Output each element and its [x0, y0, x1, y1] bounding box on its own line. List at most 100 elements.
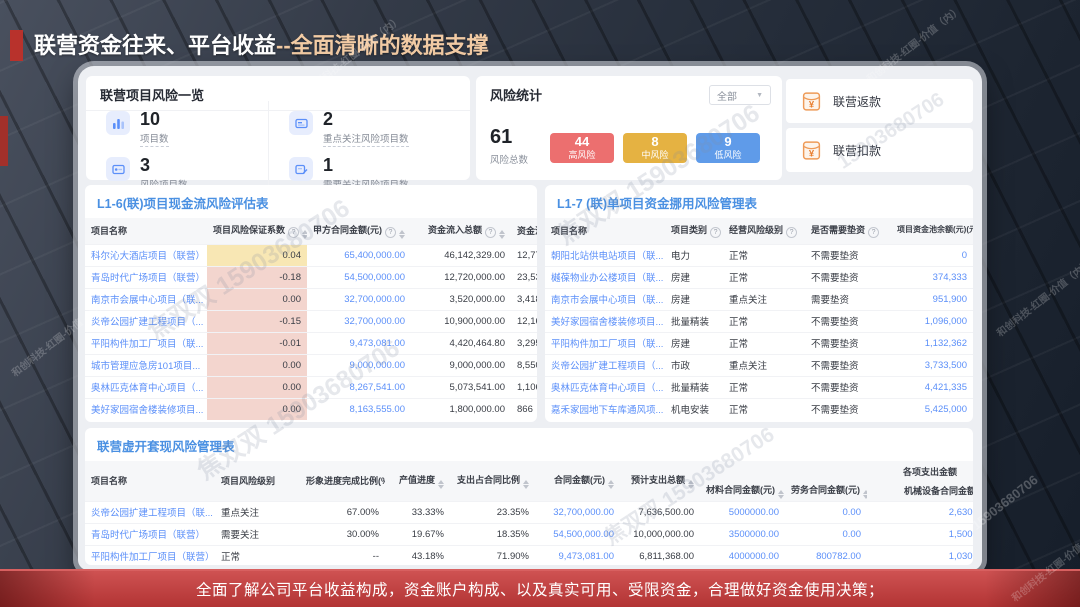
coef-cell: -0.18 [207, 266, 307, 288]
table-row: 城市管理应急房101项目...0.009,000,000.009,000,000… [85, 354, 537, 376]
balance-cell[interactable]: 1,132,362 [891, 332, 973, 354]
table-header-row: 项目名称 项目类别? 经营风险级别? 是否需要垫资? 项目资金池余额(元)(元)… [545, 218, 973, 244]
labor-amount[interactable]: 0.00 [785, 523, 867, 545]
table-header-row: 项目名称 项目风险级别 形象进度完成比例(%) 产值进度 支出占合同比例 合同金… [85, 461, 973, 481]
column-header: 预计支出总额 [620, 461, 700, 501]
project-name-link[interactable]: 奥林匹克体育中心项目（... [85, 376, 207, 398]
labor-amount[interactable]: 0.00 [785, 501, 867, 523]
machine-amount[interactable]: 1,030,200 [867, 545, 973, 565]
outflow-amount: 23,536 [511, 266, 537, 288]
inflow-amount: 9,000,000.00 [411, 354, 511, 376]
balance-cell[interactable]: 0 [891, 244, 973, 266]
help-icon[interactable]: ? [868, 227, 879, 238]
funds-misuse-table-card: L1-7 (联)单项目资金挪用风险管理表 项目名称 项目类别? 经营风险级别? … [545, 185, 973, 422]
column-header: 是否需要垫资? [805, 218, 891, 244]
contract-amount[interactable]: 65,400,000.00 [307, 244, 411, 266]
sort-icon[interactable] [688, 480, 694, 489]
sort-icon[interactable] [438, 480, 444, 489]
project-name-link[interactable]: 炎帝公园扩建工程项目（联... [85, 501, 215, 523]
labor-amount[interactable]: 800782.00 [785, 545, 867, 565]
sort-icon[interactable] [399, 230, 405, 239]
help-icon[interactable]: ? [288, 227, 299, 238]
help-icon[interactable]: ? [485, 227, 496, 238]
badge-label: 中风险 [641, 150, 668, 160]
machine-amount[interactable]: 1,500,000 [867, 523, 973, 545]
lianying-refund-button[interactable]: ¥ 联营返款 [786, 79, 973, 123]
table-row: 平阳构件加工厂项目（联营）正常--43.18%71.90%9,473,081.0… [85, 545, 973, 565]
low-risk-badge: 9 低风险 [696, 133, 760, 163]
project-name-link[interactable]: 美好家园宿舍楼装修项目... [85, 398, 207, 420]
project-name-link[interactable]: 嘉禾家园地下车库通风项... [545, 398, 665, 420]
balance-cell[interactable]: 1,096,000 [891, 310, 973, 332]
column-header: 项目风险保证系数? [207, 218, 307, 244]
risk-total-label: 风险总数 [490, 152, 528, 166]
project-name-link[interactable]: 科尔沁大酒店项目（联营） [85, 244, 207, 266]
balance-cell[interactable]: 3,733,500 [891, 354, 973, 376]
project-name-link[interactable]: 樾葆物业办公楼项目（联... [545, 266, 665, 288]
contract-amount[interactable]: 32,700,000.00 [307, 288, 411, 310]
project-name-link[interactable]: 青岛时代广场项目（联营） [85, 266, 207, 288]
table-row: 炎帝公园扩建工程项目（联...重点关注67.00%33.33%23.35%32,… [85, 501, 973, 523]
contract-amount[interactable]: 8,163,555.00 [307, 398, 411, 420]
project-name-link[interactable]: 青岛时代广场项目（联营） [85, 523, 215, 545]
contract-amount[interactable]: 32,700,000.00 [307, 310, 411, 332]
column-header: 劳务合同金额(元) [785, 481, 867, 501]
contract-amount[interactable]: 54,500,000.00 [535, 523, 620, 545]
project-name-link[interactable]: 炎帝公园扩建工程项目（... [85, 310, 207, 332]
project-name-link[interactable]: 奥林匹克体育中心项目（... [545, 376, 665, 398]
material-amount[interactable]: 4000000.00 [700, 545, 785, 565]
decorative-red-mark [0, 116, 8, 166]
material-amount[interactable]: 3500000.00 [700, 523, 785, 545]
contract-amount[interactable]: 9,000,000.00 [307, 354, 411, 376]
advance-cell: 需要垫资 [805, 288, 891, 310]
coef-cell: 0.00 [207, 354, 307, 376]
machine-amount[interactable]: 2,630,000 [867, 501, 973, 523]
sort-icon[interactable] [523, 480, 529, 489]
help-icon[interactable]: ? [710, 227, 721, 238]
output-progress-cell: 43.18% [385, 545, 450, 565]
contract-amount[interactable]: 32,700,000.00 [535, 501, 620, 523]
chevron-down-icon: ▼ [756, 92, 763, 99]
project-name-link[interactable]: 平阳构件加工厂项目（联... [85, 332, 207, 354]
column-group-header: 各项支出金额 [700, 461, 973, 481]
project-name-link[interactable]: 美好家园宿舍楼装修项目... [545, 310, 665, 332]
category-cell: 电力 [665, 244, 723, 266]
contract-amount[interactable]: 9,473,081.00 [307, 332, 411, 354]
project-name-link[interactable]: 平阳构件加工厂项目（联营） [85, 545, 215, 565]
project-name-link[interactable]: 朝阳北站供电站项目（联... [545, 244, 665, 266]
contract-amount[interactable]: 54,500,000.00 [307, 266, 411, 288]
risk-level-cell: 正常 [723, 376, 805, 398]
sort-icon[interactable] [608, 480, 614, 489]
sort-icon[interactable] [778, 490, 784, 499]
table-row: 炎帝公园扩建工程项目（...市政重点关注不需要垫资3,733,500 [545, 354, 973, 376]
contract-amount[interactable]: 8,267,541.00 [307, 376, 411, 398]
planned-expense-cell: 7,636,500.00 [620, 501, 700, 523]
balance-cell[interactable]: 951,900 [891, 288, 973, 310]
balance-cell[interactable]: 374,333 [891, 266, 973, 288]
project-name-link[interactable]: 平阳构件加工厂项目（联... [545, 332, 665, 354]
material-amount[interactable]: 5000000.00 [700, 501, 785, 523]
project-name-link[interactable]: 南京市会展中心项目（联... [545, 288, 665, 310]
table-row: 南京市会展中心项目（联...房建重点关注需要垫资951,900 [545, 288, 973, 310]
project-name-link[interactable]: 南京市会展中心项目（联... [85, 288, 207, 310]
balance-cell[interactable]: 5,425,000 [891, 398, 973, 420]
stat-value: 2 [323, 110, 409, 129]
project-name-link[interactable]: 城市管理应急房101项目... [85, 354, 207, 376]
column-header: 产值进度 [385, 461, 450, 501]
lianying-deduct-button[interactable]: ¥ 联营扣款 [786, 128, 973, 172]
help-icon[interactable]: ? [786, 227, 797, 238]
fraud-table: 项目名称 项目风险级别 形象进度完成比例(%) 产值进度 支出占合同比例 合同金… [85, 461, 973, 565]
stat-value: 1 [323, 156, 409, 175]
help-icon[interactable]: ? [385, 227, 396, 238]
contract-amount[interactable]: 9,473,081.00 [535, 545, 620, 565]
sort-icon[interactable] [302, 230, 307, 239]
risk-filter-select[interactable]: 全部 ▼ [709, 85, 771, 105]
stat-project-count: 10项目数 [86, 101, 268, 147]
sort-icon[interactable] [863, 490, 867, 499]
project-name-link[interactable]: 炎帝公园扩建工程项目（... [545, 354, 665, 376]
risk-level-cell: 正常 [723, 266, 805, 288]
page-title-highlight: --全面清晰的数据支撑 [276, 33, 489, 58]
balance-cell[interactable]: 4,421,335 [891, 376, 973, 398]
sort-icon[interactable] [499, 230, 505, 239]
table-row: 奥林匹克体育中心项目（...批量精装正常不需要垫资4,421,335 [545, 376, 973, 398]
